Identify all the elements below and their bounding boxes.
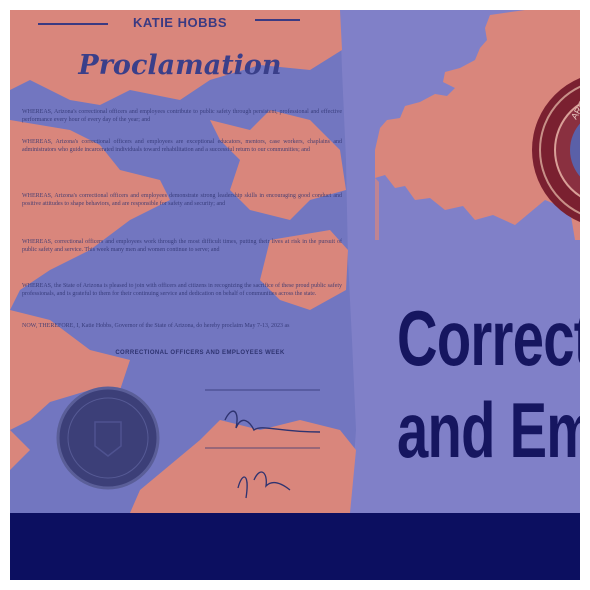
whereas-paragraph-1: WHEREAS, Arizona's correctional officers…: [22, 109, 342, 123]
proclaimed-week: CORRECTIONAL OFFICERS AND EMPLOYEES WEEK: [115, 350, 285, 356]
department-seal: ARIZONA: [532, 78, 580, 222]
bottom-band: [10, 513, 580, 580]
proclamation-document: KATIE HOBBS Proclamation WHEREAS, Arizon…: [10, 10, 360, 513]
document-paper: [10, 10, 356, 513]
image-frame: ARIZONA KATIE HOBBS Proclamation WHEREAS…: [10, 10, 580, 580]
whereas-paragraph-2: WHEREAS, Arizona's correctional officers…: [22, 139, 342, 153]
proclaim-paragraph: NOW, THEREFORE, I, Katie Hobbs, Governor…: [22, 323, 290, 329]
whereas-paragraph-4: WHEREAS, correctional officers and emplo…: [22, 239, 342, 253]
headline-line-2: and Emp: [397, 386, 580, 474]
document-header-name: KATIE HOBBS: [132, 15, 228, 30]
document-title: Proclamation: [78, 50, 282, 81]
whereas-paragraph-3: WHEREAS, Arizona's correctional officers…: [22, 193, 342, 207]
whereas-paragraph-5: WHEREAS, the State of Arizona is pleased…: [22, 283, 342, 297]
headline-line-1: Correcti: [397, 294, 580, 382]
